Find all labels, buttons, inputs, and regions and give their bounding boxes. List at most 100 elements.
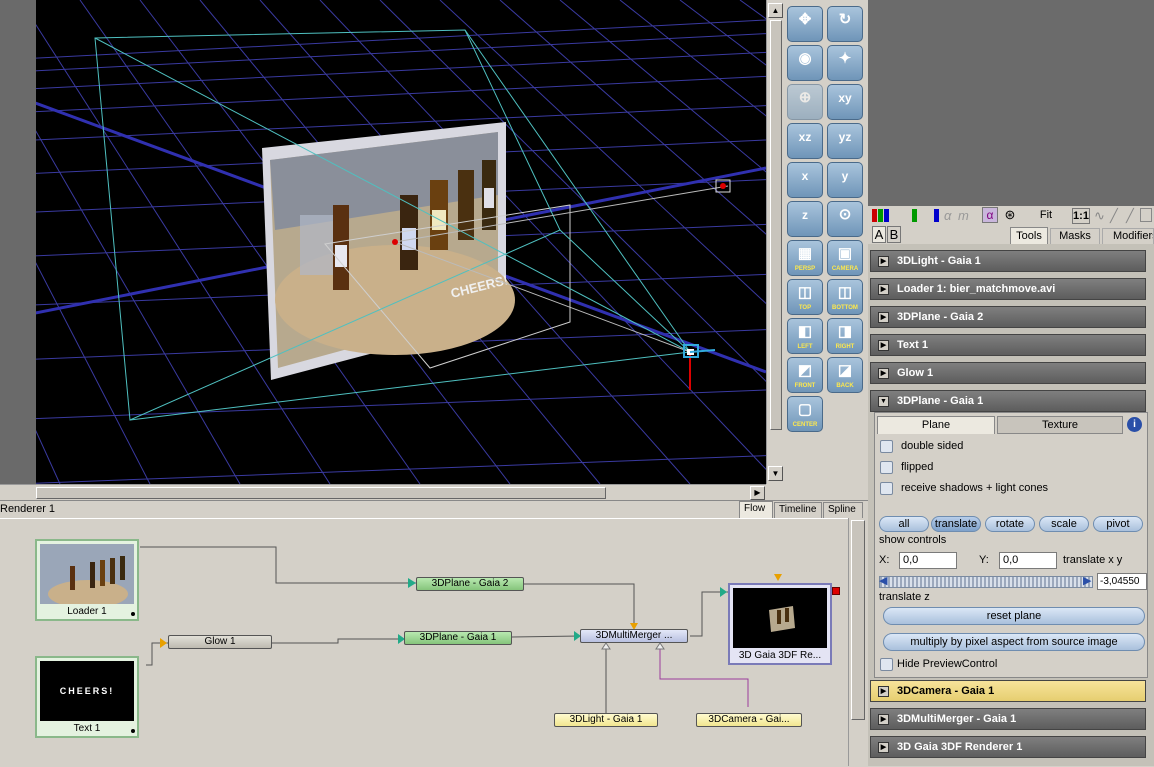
scroll-up-arrow[interactable]: ▲ (768, 3, 783, 18)
translate-z-slider[interactable] (879, 576, 1093, 588)
axis-y-button[interactable]: y (827, 162, 863, 198)
expand-arrow-icon[interactable]: ▶ (878, 284, 889, 295)
axis-x-button[interactable]: x (787, 162, 823, 198)
plane1-node[interactable]: 3DPlane - Gaia 1 (404, 631, 512, 645)
blue-channel-icon[interactable] (884, 209, 889, 222)
curve-icon[interactable]: ∿ (1094, 208, 1105, 224)
select-button[interactable]: ✦ (827, 45, 863, 81)
tab-tools[interactable]: Tools (1010, 227, 1048, 244)
m-icon[interactable]: m (958, 208, 969, 223)
pivot-button[interactable]: pivot (1093, 516, 1143, 532)
scale-button[interactable]: ⊙ (827, 201, 863, 237)
expand-arrow-icon[interactable]: ▶ (878, 714, 889, 725)
viewport-horizontal-scrollbar[interactable]: ▶ (0, 484, 766, 500)
glow-node[interactable]: Glow 1 (168, 635, 272, 649)
ratio-button[interactable]: 1:1 (1072, 208, 1090, 224)
expand-arrow-icon[interactable]: ▶ (878, 368, 889, 379)
view-back-button[interactable]: ◪ BACK (827, 357, 863, 393)
multiply-aspect-button[interactable]: multiply by pixel aspect from source ima… (883, 633, 1145, 651)
pen-icon[interactable]: ╱ (1126, 208, 1134, 224)
view-front-button[interactable]: ◩ FRONT (787, 357, 823, 393)
axis-xy-button[interactable]: xy (827, 84, 863, 120)
line-icon[interactable]: ╱ (1110, 208, 1118, 224)
x-input[interactable]: 0,0 (899, 552, 957, 569)
tab-modifiers[interactable]: Modifiers (1102, 228, 1154, 244)
view-camera-button[interactable]: ▣ CAMERA (827, 240, 863, 276)
orbit-button[interactable]: ◉ (787, 45, 823, 81)
flow-scrollbar[interactable] (848, 518, 868, 766)
3d-viewport[interactable]: CHEERS! (0, 0, 766, 484)
tab-timeline[interactable]: Timeline (774, 502, 822, 518)
tool-header-camera[interactable]: ▶ 3DCamera - Gaia 1 (870, 680, 1146, 702)
alpha-toggle-icon[interactable]: α (982, 207, 998, 223)
view-left-button[interactable]: ◧ LEFT (787, 318, 823, 354)
b-button[interactable]: B (887, 226, 901, 243)
view-bottom-button[interactable]: ◫ BOTTOM (827, 279, 863, 315)
tab-texture[interactable]: Texture (997, 416, 1123, 434)
tool-header-loader[interactable]: ▶ Loader 1: bier_matchmove.avi (870, 278, 1146, 300)
loader-node[interactable]: Loader 1 (35, 539, 139, 621)
z-input[interactable]: -3,04550 (1097, 573, 1147, 590)
scroll-right-arrow[interactable]: ▶ (750, 486, 765, 500)
viewport-vertical-scrollbar[interactable]: ▲ ▼ (766, 0, 784, 484)
scroll-down-arrow[interactable]: ▼ (768, 466, 783, 481)
zoom-button[interactable]: ⊕ (787, 84, 823, 120)
axis-xz-button[interactable]: xz (787, 123, 823, 159)
green-channel-icon[interactable] (878, 209, 883, 222)
double-sided-checkbox[interactable] (880, 440, 893, 453)
scroll-thumb[interactable] (770, 20, 782, 430)
tab-plane[interactable]: Plane (877, 416, 995, 434)
text-node[interactable]: CHEERS! Text 1 (35, 656, 139, 738)
hscroll-thumb[interactable] (36, 487, 606, 499)
rotate-button[interactable]: ↻ (827, 6, 863, 42)
tab-masks[interactable]: Masks (1050, 228, 1100, 244)
expand-arrow-icon[interactable]: ▶ (878, 312, 889, 323)
scale-control-button[interactable]: scale (1039, 516, 1089, 532)
flow-scroll-thumb[interactable] (851, 520, 865, 720)
move-button[interactable]: ✥ (787, 6, 823, 42)
translate-button[interactable]: translate (931, 516, 981, 532)
view-persp-button[interactable]: ▦ PERSP (787, 240, 823, 276)
alpha-icon[interactable]: α (944, 208, 951, 223)
view-center-button[interactable]: ▢ CENTER (787, 396, 823, 432)
flipped-checkbox[interactable] (880, 461, 893, 474)
light-node[interactable]: 3DLight - Gaia 1 (554, 713, 658, 727)
axis-yz-button[interactable]: yz (827, 123, 863, 159)
camera-node[interactable]: 3DCamera - Gai... (696, 713, 802, 727)
expand-arrow-icon[interactable]: ▶ (878, 742, 889, 753)
blue-swatch-icon[interactable] (934, 209, 939, 222)
tool-header-light[interactable]: ▶ 3DLight - Gaia 1 (870, 250, 1146, 272)
flow-editor[interactable]: Loader 1 CHEERS! Text 1 Glow 1 3DPlane -… (0, 518, 848, 766)
y-input[interactable]: 0,0 (999, 552, 1057, 569)
tab-flow[interactable]: Flow (739, 501, 773, 518)
renderer-node[interactable]: 3D Gaia 3DF Re... (728, 583, 832, 665)
expand-arrow-icon[interactable]: ▶ (878, 340, 889, 351)
hide-preview-checkbox[interactable] (880, 658, 893, 671)
tab-spline[interactable]: Spline (823, 502, 863, 518)
viewport-canvas[interactable]: CHEERS! (0, 0, 766, 484)
reset-plane-button[interactable]: reset plane (883, 607, 1145, 625)
receive-shadows-checkbox[interactable] (880, 482, 893, 495)
expand-arrow-icon[interactable]: ▶ (878, 256, 889, 267)
renderer-output-port[interactable] (832, 587, 840, 595)
red-channel-icon[interactable] (872, 209, 877, 222)
all-button[interactable]: all (879, 516, 929, 532)
info-icon[interactable]: i (1127, 417, 1142, 432)
tool-header-merger[interactable]: ▶ 3DMultiMerger - Gaia 1 (870, 708, 1146, 730)
a-button[interactable]: A (872, 226, 886, 243)
fit-button[interactable]: Fit (1026, 208, 1066, 224)
merger-node[interactable]: 3DMultiMerger ... (580, 629, 688, 643)
plane2-node[interactable]: 3DPlane - Gaia 2 (416, 577, 524, 591)
tool-header-renderer[interactable]: ▶ 3D Gaia 3DF Renderer 1 (870, 736, 1146, 758)
tool-header-glow[interactable]: ▶ Glow 1 (870, 362, 1146, 384)
overlay-icon[interactable]: ⊛ (1002, 207, 1018, 223)
slider-left-arrow-icon[interactable]: ◀ (879, 574, 887, 587)
slider-right-arrow-icon[interactable]: ▶ (1083, 574, 1091, 587)
tool-header-plane2[interactable]: ▶ 3DPlane - Gaia 2 (870, 306, 1146, 328)
green-swatch-icon[interactable] (912, 209, 917, 222)
tool-header-plane1[interactable]: ▼ 3DPlane - Gaia 1 (870, 390, 1146, 412)
tool-header-text[interactable]: ▶ Text 1 (870, 334, 1146, 356)
axis-z-button[interactable]: z (787, 201, 823, 237)
view-top-button[interactable]: ◫ TOP (787, 279, 823, 315)
expand-arrow-icon[interactable]: ▶ (878, 686, 889, 697)
